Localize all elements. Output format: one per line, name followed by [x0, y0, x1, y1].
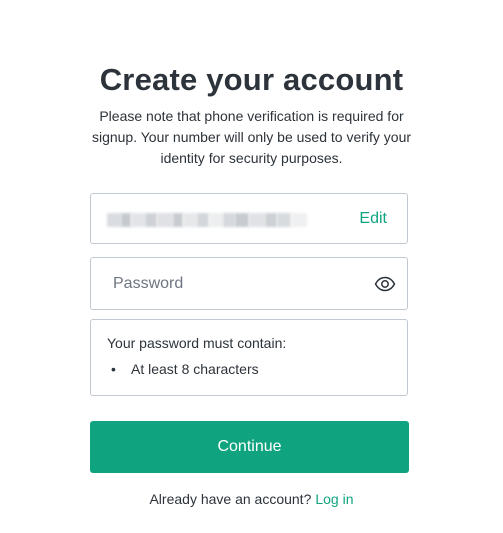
requirements-title: Your password must contain: [107, 335, 287, 351]
eye-icon-svg [374, 276, 396, 292]
page-title: Create your account [99, 62, 404, 97]
blurred-email-value [107, 213, 307, 227]
edit-email-link[interactable]: Edit [359, 208, 387, 230]
login-link[interactable]: Log in [315, 491, 353, 507]
requirement-item: • At least 8 characters [107, 360, 391, 378]
password-requirements: Your password must contain: • At least 8… [90, 319, 408, 396]
login-prompt-text: Already have an account? [149, 491, 312, 507]
bullet: • [111, 361, 116, 377]
page-subtitle: Please note that phone verification is r… [91, 108, 412, 166]
password-field [90, 257, 408, 310]
email-field: Edit [90, 193, 408, 244]
login-prompt: Already have an account? Log in [0, 489, 503, 509]
requirement-text: At least 8 characters [131, 361, 259, 377]
eye-icon[interactable] [373, 272, 397, 296]
continue-button[interactable]: Continue [90, 421, 409, 473]
password-input[interactable] [91, 258, 361, 309]
signup-page: Create your account Please note that pho… [0, 0, 503, 533]
